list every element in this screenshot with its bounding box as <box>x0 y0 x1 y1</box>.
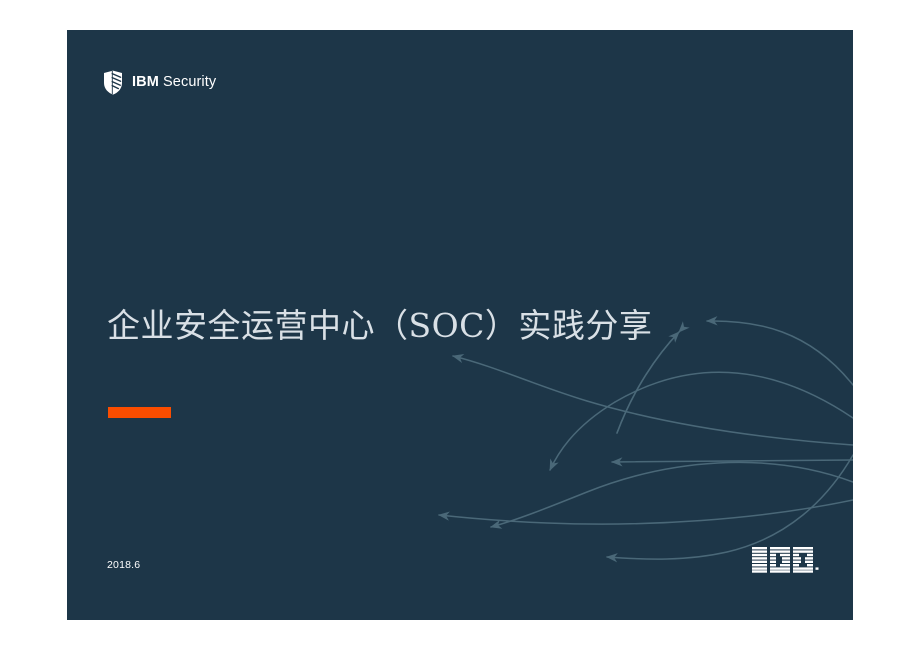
orange-accent-bar <box>108 407 171 418</box>
brand-text-security-word: Security <box>163 74 217 91</box>
ibm-security-brand-text: IBM Security <box>132 75 216 90</box>
ibm-security-shield-icon <box>104 70 122 95</box>
slide-title: 企业安全运营中心（SOC）实践分享 <box>107 306 653 346</box>
ibm-security-brand-lockup: IBM Security <box>103 70 216 95</box>
ibm-logo <box>752 547 819 573</box>
brand-text-ibm: IBM <box>132 74 159 91</box>
presentation-slide: IBM Security 企业安全运营中心（SOC）实践分享 2018.6 <box>67 30 853 620</box>
slide-date: 2018.6 <box>107 559 141 571</box>
